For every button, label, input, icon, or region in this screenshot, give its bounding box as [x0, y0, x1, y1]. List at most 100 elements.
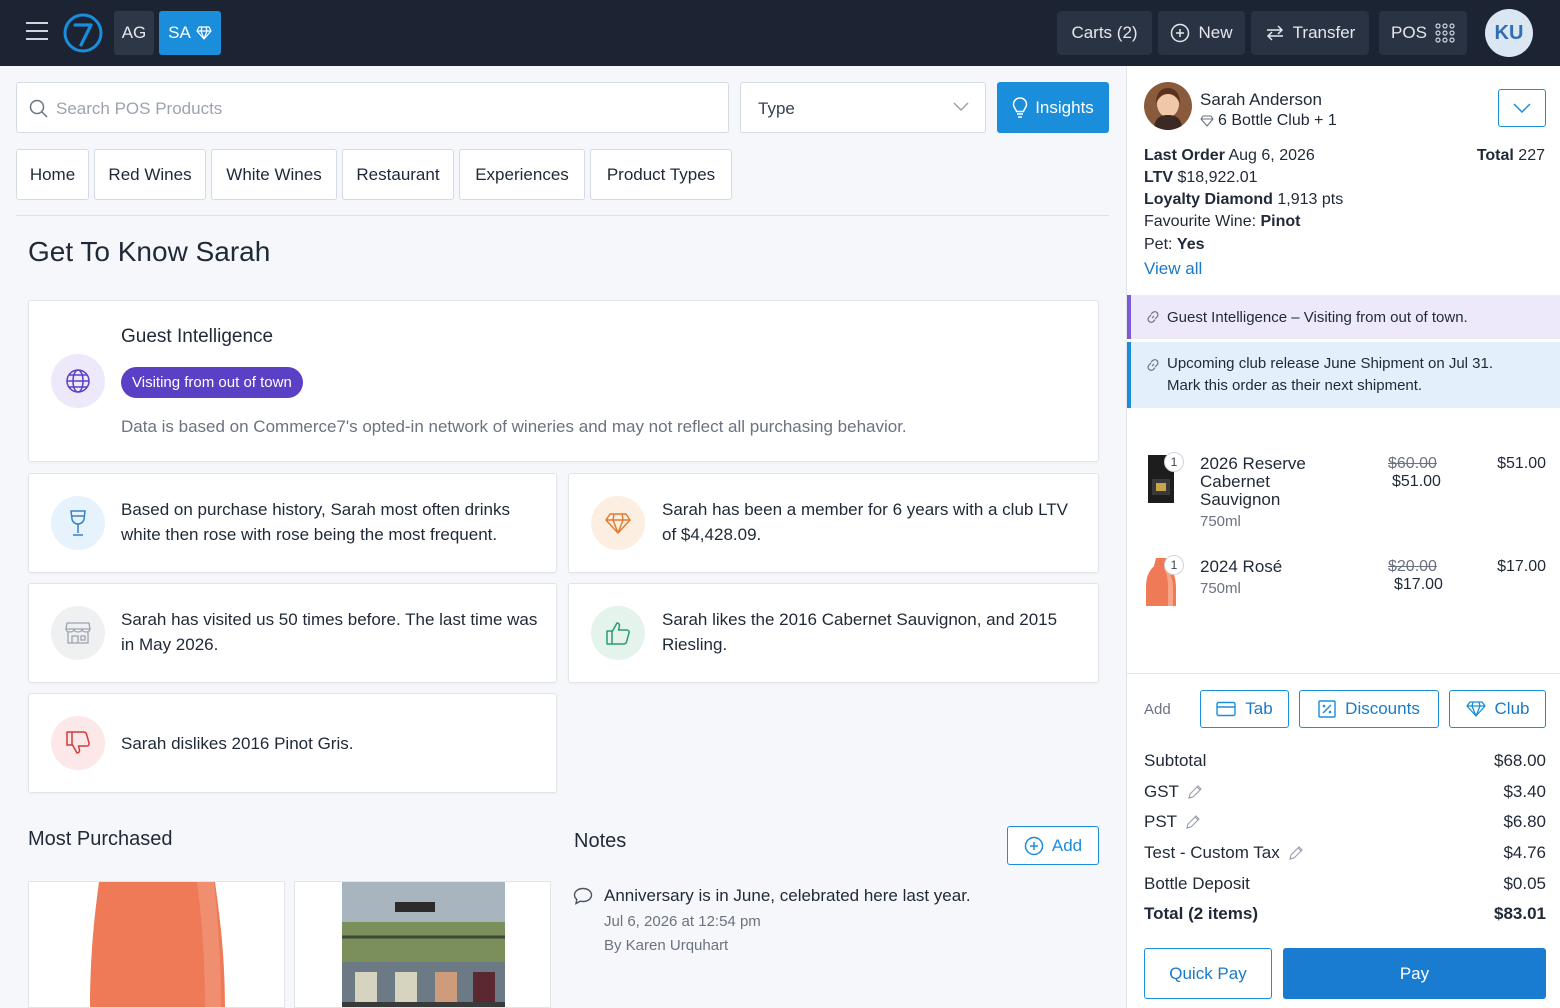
ltv-line: LTV $18,922.01 — [1144, 169, 1258, 187]
new-button[interactable]: New — [1158, 11, 1245, 55]
transfer-label: Transfer — [1292, 23, 1356, 42]
search-input[interactable]: Search POS Products — [16, 82, 729, 133]
insights-label: Insights — [1035, 97, 1094, 117]
tab-home[interactable]: Home — [16, 149, 89, 200]
favourite-wine-value: Pinot — [1260, 213, 1301, 230]
search-icon — [29, 99, 48, 118]
rose-bottle-image — [90, 882, 225, 1007]
product-card-tasting[interactable] — [294, 881, 551, 1008]
bottle-deposit-value: $0.05 — [1503, 874, 1546, 893]
commerce7-logo[interactable] — [63, 13, 103, 53]
wine-glass-icon — [51, 496, 105, 550]
hamburger-menu-icon[interactable] — [26, 22, 48, 42]
insight-card-likes: Sarah likes the 2016 Cabernet Sauvignon,… — [568, 583, 1099, 683]
user-avatar[interactable]: KU — [1485, 9, 1533, 57]
club-button[interactable]: Club — [1449, 690, 1546, 728]
grand-total-value: $83.01 — [1494, 904, 1546, 923]
tab-product-types[interactable]: Product Types — [590, 149, 732, 200]
loyalty-line: Loyalty Diamond 1,913 pts — [1144, 191, 1343, 209]
notes-title: Notes — [574, 830, 627, 852]
customer-badge-sa[interactable]: SA — [159, 11, 221, 55]
product-size: 750ml — [1200, 513, 1241, 530]
add-note-label: Add — [1051, 835, 1083, 855]
gst-label: GST — [1144, 782, 1179, 801]
insight-text: Based on purchase history, Sarah most of… — [121, 500, 510, 544]
plus-circle-icon — [1171, 23, 1190, 43]
lightbulb-icon — [1012, 96, 1028, 118]
diamond-icon — [196, 26, 212, 40]
pst-row: PST $6.80 — [1144, 812, 1546, 832]
diamond-icon — [1200, 115, 1214, 127]
grid-apps-icon — [1435, 23, 1455, 43]
guest-intelligence-card: Guest Intelligence Visiting from out of … — [28, 300, 1099, 462]
pencil-icon[interactable] — [1288, 845, 1304, 861]
favourite-wine-label: Favourite Wine: — [1144, 213, 1257, 230]
user-badge-ag[interactable]: AG — [114, 11, 154, 55]
comment-icon — [573, 887, 593, 905]
original-price: $60.00 — [1388, 455, 1437, 472]
club-release-alert: Upcoming club release June Shipment on J… — [1127, 342, 1560, 408]
wine-tasting-image — [342, 882, 505, 1007]
discounted-price: $17.00 — [1394, 576, 1443, 593]
insight-card-membership: Sarah has been a member for 6 years with… — [568, 473, 1099, 573]
pst-label: PST — [1144, 812, 1178, 831]
discounts-button[interactable]: Discounts — [1299, 690, 1439, 728]
grand-total-row: Total (2 items) $83.01 — [1144, 904, 1546, 924]
view-all-link[interactable]: View all — [1144, 259, 1202, 279]
tab-red-wines[interactable]: Red Wines — [94, 149, 206, 200]
customer-name[interactable]: Sarah Anderson — [1200, 90, 1322, 110]
diamond-icon — [591, 496, 645, 550]
credit-card-icon — [1216, 701, 1236, 717]
pos-label: POS — [1391, 23, 1427, 42]
favourite-wine-line: Favourite Wine: Pinot — [1144, 213, 1301, 231]
globe-icon — [51, 354, 105, 408]
most-purchased-title: Most Purchased — [28, 828, 173, 850]
subtotal-label: Subtotal — [1144, 751, 1207, 770]
add-row-label: Add — [1144, 701, 1171, 718]
guest-intelligence-alert-text: Guest Intelligence – Visiting from out o… — [1167, 309, 1468, 326]
quick-pay-button[interactable]: Quick Pay — [1144, 948, 1272, 999]
order-total-value: 227 — [1518, 147, 1545, 164]
ltv-value: $18,922.01 — [1177, 169, 1258, 186]
line-total: $51.00 — [1497, 455, 1546, 472]
pay-button[interactable]: Pay — [1283, 948, 1546, 999]
tab-experiences[interactable]: Experiences — [459, 149, 585, 200]
cart-line-item[interactable]: 1 2024 Rosé 750ml $20.00 $17.00 $17.00 — [1127, 555, 1560, 606]
customer-badge-label: SA — [168, 23, 191, 42]
loyalty-value: 1,913 pts — [1277, 191, 1344, 208]
type-select-value: Type — [758, 99, 795, 118]
insight-text: Sarah has visited us 50 times before. Th… — [121, 610, 538, 654]
custom-tax-row: Test - Custom Tax $4.76 — [1144, 843, 1546, 863]
quantity-badge: 1 — [1164, 452, 1184, 472]
plus-circle-icon — [1024, 836, 1044, 855]
transfer-button[interactable]: Transfer — [1251, 11, 1369, 55]
tab-button[interactable]: Tab — [1200, 690, 1289, 728]
tab-white-wines[interactable]: White Wines — [211, 149, 337, 200]
customer-club: 6 Bottle Club + 1 — [1200, 112, 1337, 130]
customer-avatar[interactable] — [1144, 82, 1192, 130]
section-divider — [16, 215, 1109, 216]
club-release-alert-line1: Upcoming club release June Shipment on J… — [1167, 355, 1494, 372]
add-note-button[interactable]: Add — [1007, 826, 1099, 865]
cart-sidebar: Sarah Anderson 6 Bottle Club + 1 Last Or… — [1126, 66, 1560, 1008]
product-card-rose[interactable] — [28, 881, 285, 1008]
carts-button[interactable]: Carts (2) — [1057, 11, 1152, 55]
pencil-icon[interactable] — [1185, 814, 1201, 830]
link-icon — [1147, 359, 1159, 371]
transfer-arrows-icon — [1266, 25, 1283, 41]
type-select[interactable]: Type — [740, 82, 986, 133]
product-name: 2024 Rosé — [1200, 557, 1283, 576]
pos-button[interactable]: POS — [1379, 11, 1467, 55]
product-name-line3: Sauvignon — [1200, 490, 1281, 509]
top-navigation-bar: AG SA Carts (2) New Transfer POS KU — [0, 0, 1560, 66]
pencil-icon[interactable] — [1187, 784, 1203, 800]
cart-line-item[interactable]: 1 2026 Reserve Cabernet Sauvignon 750ml … — [1127, 452, 1560, 532]
tab-restaurant[interactable]: Restaurant — [342, 149, 454, 200]
new-label: New — [1198, 23, 1233, 42]
product-name-line1: 2026 Reserve — [1200, 454, 1306, 473]
club-release-alert-line2: Mark this order as their next shipment. — [1167, 377, 1423, 394]
club-button-label: Club — [1494, 699, 1530, 718]
carts-label: Carts (2) — [1071, 23, 1138, 42]
customer-expand-button[interactable] — [1498, 89, 1546, 127]
insights-button[interactable]: Insights — [997, 82, 1109, 133]
